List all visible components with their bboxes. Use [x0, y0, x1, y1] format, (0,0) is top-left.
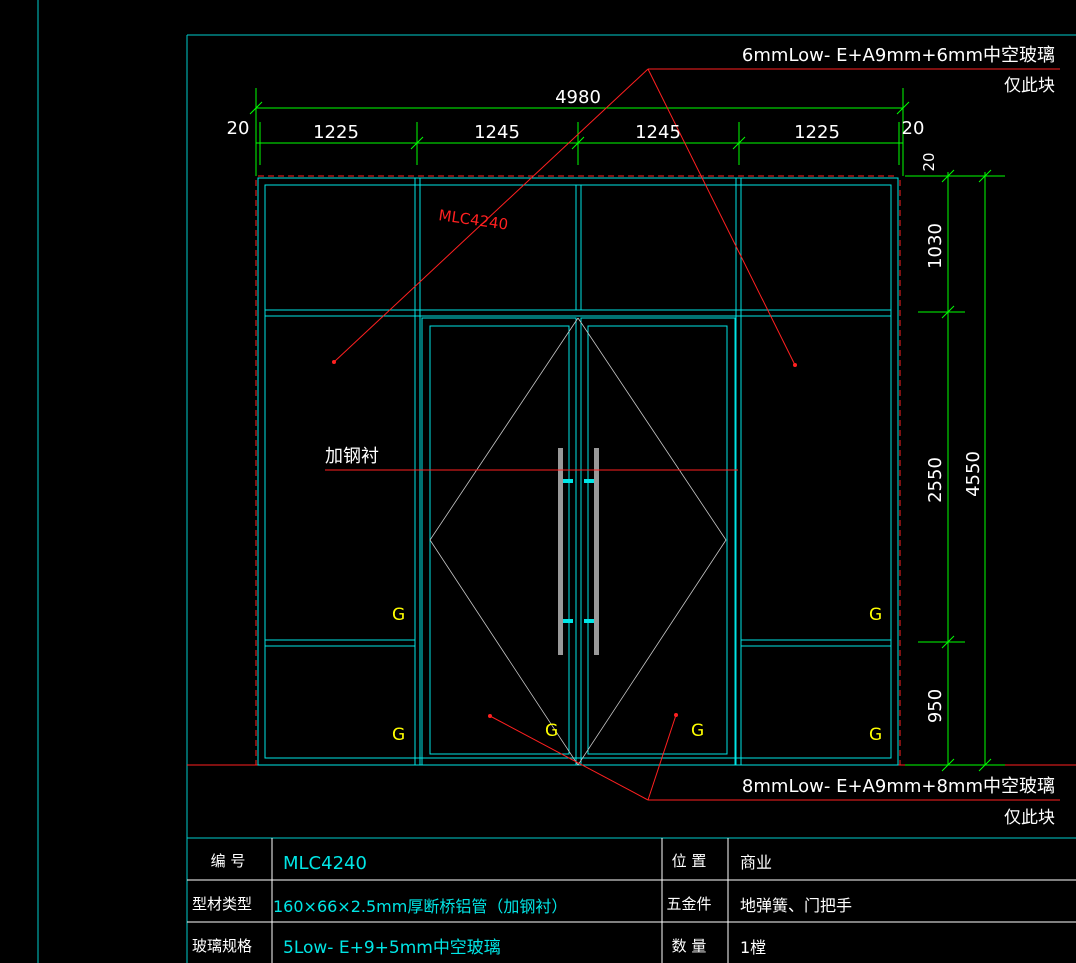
dim-right-margin: 20	[902, 118, 925, 139]
table-label-location: 位 置	[672, 852, 707, 870]
dim-width-3: 1245	[635, 122, 681, 143]
table-label-quantity: 数 量	[672, 937, 707, 955]
table-value-profile: 160×66×2.5mm厚断桥铝管（加钢衬）	[273, 897, 567, 916]
table-value-location: 商业	[740, 853, 772, 872]
dim-height-1: 1030	[925, 223, 946, 269]
table-label-glass: 玻璃规格	[192, 937, 252, 955]
table-value-glass: 5Low- E+9+5mm中空玻璃	[283, 938, 501, 958]
table-label-profile: 型材类型	[192, 895, 252, 913]
table-label-code: 编 号	[211, 852, 246, 870]
swing-indicator	[429, 317, 727, 766]
table-label-hardware: 五金件	[666, 895, 711, 913]
annotation-leaders	[325, 68, 1060, 801]
handle-right	[594, 448, 599, 655]
glass-mark: G	[691, 721, 704, 741]
reinforce-label: 加钢衬	[325, 446, 379, 467]
door-handles	[558, 448, 599, 655]
dim-width-2: 1245	[474, 122, 520, 143]
dim-total-width: 4980	[555, 87, 601, 108]
handle-left	[558, 448, 563, 655]
glass-spec-top-note: 仅此块	[1004, 76, 1055, 96]
glass-spec-bottom: 8mmLow- E+A9mm+8mm中空玻璃	[742, 776, 1055, 797]
dim-width-1: 1225	[313, 122, 359, 143]
mullions	[414, 178, 742, 765]
table-value-hardware: 地弹簧、门把手	[740, 896, 852, 915]
glass-mark: G	[392, 605, 405, 625]
right-dimensions	[905, 169, 1005, 772]
cad-drawing: 4980 20 20 1225 1245 1245 1225 20 1030 2…	[37, 0, 1076, 963]
dim-top-margin: 20	[920, 152, 938, 171]
dim-width-4: 1225	[794, 122, 840, 143]
dim-height-2: 2550	[925, 457, 946, 503]
dim-total-height: 4550	[963, 451, 984, 497]
glass-spec-bottom-note: 仅此块	[1004, 808, 1055, 828]
table-value-code: MLC4240	[283, 853, 367, 874]
dim-left-margin: 20	[227, 118, 250, 139]
dim-height-3: 950	[925, 689, 946, 723]
spec-table-text: 编 号 MLC4240 位 置 商业 型材类型 160×66×2.5mm厚断桥铝…	[192, 852, 852, 958]
door-code-label: MLC4240	[437, 206, 509, 234]
glass-mark: G	[545, 721, 558, 741]
dimension-labels: 4980 20 20 1225 1245 1245 1225 20 1030 2…	[227, 87, 984, 723]
glass-spec-top: 6mmLow- E+A9mm+6mm中空玻璃	[742, 45, 1055, 66]
table-value-quantity: 1樘	[740, 938, 766, 957]
glass-mark: G	[869, 605, 882, 625]
sheet-border	[37, 0, 1076, 963]
transoms	[265, 309, 891, 647]
glass-mark: G	[392, 725, 405, 745]
glass-mark: G	[869, 725, 882, 745]
door-leaves	[421, 317, 736, 766]
